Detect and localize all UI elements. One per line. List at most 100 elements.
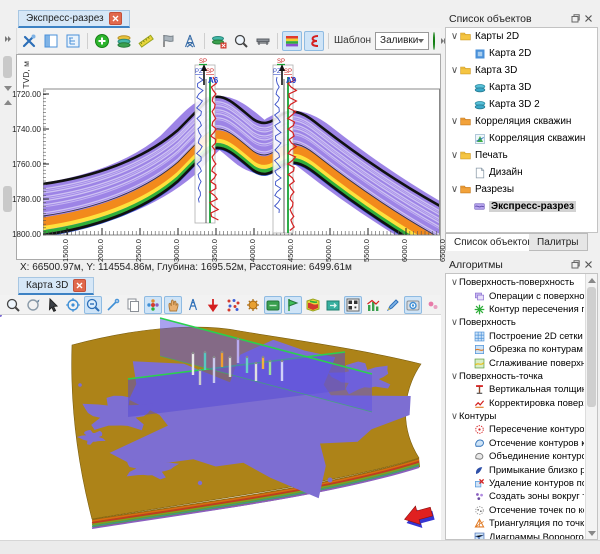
gear-icon[interactable]: [244, 296, 262, 314]
tree-item[interactable]: Корректировка поверхности: [446, 397, 584, 410]
expander-icon[interactable]: ∨: [450, 65, 459, 76]
pencil-icon[interactable]: [384, 296, 402, 314]
float-panel-icon[interactable]: [570, 259, 581, 270]
tools-icon[interactable]: [19, 31, 39, 51]
expander-icon[interactable]: ∨: [450, 277, 459, 288]
tree-item[interactable]: Диаграммы Вороного: [446, 530, 584, 540]
algorithms-tree[interactable]: ∨Поверхность-поверхностьОперации с повер…: [445, 273, 598, 540]
layers-icon[interactable]: [114, 31, 134, 51]
tree-item[interactable]: Триангуляция по точкам: [446, 517, 584, 530]
tree-group[interactable]: ∨Поверхность-поверхность: [446, 276, 584, 289]
flag-icon[interactable]: [158, 31, 178, 51]
tree-item[interactable]: Удаление контуров по велич...: [446, 477, 584, 490]
pen-icon[interactable]: [104, 296, 122, 314]
tree-item[interactable]: Карта 3D: [446, 79, 597, 96]
apply-button[interactable]: [433, 32, 435, 50]
qr-grid-icon[interactable]: [344, 296, 362, 314]
scrollbar-thumb[interactable]: [3, 56, 12, 78]
orbit-icon[interactable]: [24, 296, 42, 314]
tab-map3d[interactable]: Карта 3D: [18, 277, 94, 295]
panel-tab-objects[interactable]: Список объектов: [445, 233, 542, 251]
tree-item[interactable]: Примыкание близко распол...: [446, 463, 584, 476]
red-arrow-icon[interactable]: [204, 296, 222, 314]
contour-int-icon: [473, 303, 486, 315]
tree-view-icon[interactable]: [63, 31, 83, 51]
tree-item[interactable]: Обрезка по контурам: [446, 343, 584, 356]
tree-item[interactable]: Пересечение контуров: [446, 423, 584, 436]
tree-item[interactable]: Создать зоны вокруг точек: [446, 490, 584, 503]
expander-icon[interactable]: ∨: [450, 411, 459, 422]
zoom-area-icon[interactable]: [84, 296, 102, 314]
close-icon[interactable]: [109, 12, 122, 25]
close-panel-icon[interactable]: [583, 259, 594, 270]
collapsed-panel-strip[interactable]: [0, 28, 17, 260]
close-panel-icon[interactable]: [583, 13, 594, 24]
tree-item[interactable]: Отсечение контуров контура...: [446, 437, 584, 450]
cursor-icon[interactable]: [44, 296, 62, 314]
green-rect-icon[interactable]: [264, 296, 282, 314]
curve-icon[interactable]: [304, 31, 324, 51]
bench-icon[interactable]: [253, 31, 273, 51]
add-icon[interactable]: [92, 31, 112, 51]
tab-express-section[interactable]: Экспресс-разрез: [18, 10, 130, 28]
expand-chevron-icon[interactable]: [5, 34, 12, 44]
expander-icon[interactable]: ∨: [450, 116, 459, 127]
expander-icon[interactable]: ∨: [450, 371, 459, 382]
tree-item[interactable]: Контур пересечения поверх...: [446, 303, 584, 316]
pink-dots-icon[interactable]: [424, 296, 442, 314]
panel-icon[interactable]: [41, 31, 61, 51]
copy-icon[interactable]: [124, 296, 142, 314]
target-icon[interactable]: [64, 296, 82, 314]
tree-group[interactable]: ∨Корреляция скважин: [446, 113, 597, 130]
tree-group[interactable]: ∨Разрезы: [446, 181, 597, 198]
scroll-up-icon[interactable]: [586, 274, 597, 286]
play-flag-icon[interactable]: [284, 296, 302, 314]
tree-item[interactable]: Дизайн: [446, 164, 597, 181]
camera-icon[interactable]: [404, 296, 422, 314]
fill-template-select[interactable]: Заливки: [375, 32, 429, 50]
panel-tab-palettes[interactable]: Палитры: [529, 233, 588, 251]
layers-delete-icon[interactable]: [209, 31, 229, 51]
section-plot-area[interactable]: TVD, м 1720.001740.001760.001780.001800.…: [16, 54, 441, 260]
objects-tree[interactable]: ∨Карты 2DКарта 2D∨Карта 3DКарта 3DКарта …: [445, 27, 598, 233]
zoom-icon[interactable]: [231, 31, 251, 51]
tree-group[interactable]: ∨Поверхность-точка: [446, 370, 584, 383]
palette-icon[interactable]: [282, 31, 302, 51]
chart-icon[interactable]: [364, 296, 382, 314]
tree-item[interactable]: Сглаживание поверхности: [446, 356, 584, 369]
close-icon[interactable]: [73, 279, 86, 292]
tree-item[interactable]: Операции с поверхностями: [446, 289, 584, 302]
tree-item[interactable]: Построение 2D сетки: [446, 330, 584, 343]
tree-item[interactable]: Корреляция скважин: [446, 130, 597, 147]
derrick-icon[interactable]: [180, 31, 200, 51]
tree-item[interactable]: Карта 2D: [446, 45, 597, 62]
scroll-up-icon[interactable]: [4, 100, 12, 105]
scrollbar-thumb[interactable]: [587, 287, 596, 407]
expander-icon[interactable]: ∨: [450, 150, 459, 161]
hand-icon[interactable]: [164, 296, 182, 314]
tree-item[interactable]: Вертикальная толщина (TVT): [446, 383, 584, 396]
scroll-down-icon[interactable]: [586, 527, 597, 539]
algorithms-scrollbar[interactable]: [585, 274, 597, 539]
teal-rect-icon[interactable]: [324, 296, 342, 314]
expander-icon[interactable]: ∨: [450, 317, 459, 328]
map3d-view[interactable]: [0, 315, 441, 540]
color-map-icon[interactable]: [304, 296, 322, 314]
tree-group[interactable]: ∨Карты 2D: [446, 28, 597, 45]
tree-group[interactable]: ∨Поверхность: [446, 316, 584, 329]
tree-group[interactable]: ∨Контуры: [446, 410, 584, 423]
tree-item[interactable]: Объединение контуров: [446, 450, 584, 463]
ruler-icon[interactable]: [136, 31, 156, 51]
flower-icon[interactable]: [144, 296, 162, 314]
well-icon[interactable]: [184, 296, 202, 314]
tree-item[interactable]: Карта 3D 2: [446, 96, 597, 113]
tree-item[interactable]: Отсечение точек по контуру: [446, 504, 584, 517]
points-icon[interactable]: [224, 296, 242, 314]
expander-icon[interactable]: ∨: [450, 31, 459, 42]
tree-item[interactable]: Экспресс-разрез: [446, 198, 597, 215]
zoom-icon[interactable]: [4, 296, 22, 314]
expander-icon[interactable]: ∨: [450, 184, 459, 195]
tree-group[interactable]: ∨Карта 3D: [446, 62, 597, 79]
tree-group[interactable]: ∨Печать: [446, 147, 597, 164]
float-panel-icon[interactable]: [570, 13, 581, 24]
